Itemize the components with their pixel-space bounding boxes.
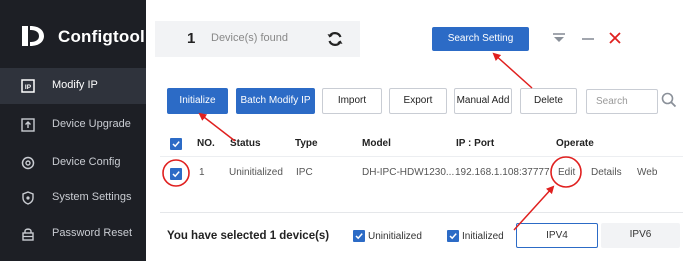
column-header-operate: Operate [556,138,594,149]
export-button[interactable]: Export [389,88,447,114]
web-link[interactable]: Web [637,167,657,178]
uninitialized-filter-checkbox[interactable] [353,230,365,242]
cell-type: IPC [296,167,313,178]
upload-icon [21,118,35,132]
import-button[interactable]: Import [322,88,382,114]
sidebar-item-label: Device Config [52,156,121,168]
cell-status: Uninitialized [229,167,283,178]
selection-summary: You have selected 1 device(s) [167,230,330,242]
select-all-checkbox[interactable] [170,138,182,150]
device-count: 1 [187,30,196,47]
dropdown-menu-icon[interactable] [551,30,567,46]
delete-button[interactable]: Delete [520,88,577,114]
initialize-button[interactable]: Initialize [167,88,228,114]
search-input[interactable]: Search [586,89,658,114]
sidebar-item-label: Modify IP [52,79,98,91]
tab-ipv6[interactable]: IPV6 [601,223,680,248]
uninitialized-filter-label: Uninitialized [368,231,422,242]
initialized-filter-label: Initialized [462,231,504,242]
sidebar: Configtool IP Modify IP Device Upgrade D… [0,0,146,261]
cell-ip-port: 192.168.1.108:37777 [455,167,550,178]
search-setting-button[interactable]: Search Setting [432,27,529,51]
table-header-divider [160,156,683,157]
batch-modify-ip-button[interactable]: Batch Modify IP [236,88,315,114]
refresh-icon[interactable] [326,30,344,48]
sidebar-item-device-config[interactable]: Device Config [0,145,146,181]
edit-link[interactable]: Edit [558,167,575,178]
column-header-ip-port[interactable]: IP : Port [456,138,494,149]
annotation-arrow-search-setting [492,52,533,89]
tab-ipv4[interactable]: IPV4 [516,223,598,248]
column-header-no[interactable]: NO. [197,138,215,149]
column-header-status[interactable]: Status [230,138,261,149]
search-icon[interactable] [660,91,678,109]
sidebar-item-password-reset[interactable]: Password Reset [0,216,146,252]
device-count-label: Device(s) found [211,32,289,44]
initialized-filter-checkbox[interactable] [447,230,459,242]
cell-no: 1 [199,167,205,178]
gear-icon [21,156,35,170]
cell-model: DH-IPC-HDW1230... [362,167,455,178]
row-checkbox[interactable] [170,168,182,180]
sidebar-item-label: Password Reset [52,227,133,239]
annotation-arrow-initialize [198,112,236,142]
brand: Configtool [20,22,145,52]
sidebar-item-label: System Settings [52,191,132,203]
sidebar-item-label: Device Upgrade [52,118,131,130]
sidebar-item-device-upgrade[interactable]: Device Upgrade [0,107,146,143]
shield-icon [21,191,35,205]
column-header-type[interactable]: Type [295,138,318,149]
close-icon[interactable] [607,30,623,46]
manual-add-button[interactable]: Manual Add [454,88,512,114]
configtool-window: Configtool IP Modify IP Device Upgrade D… [0,0,683,261]
sidebar-item-modify-ip[interactable]: IP Modify IP [0,68,146,104]
modify-ip-icon: IP [21,79,35,93]
sidebar-item-system-settings[interactable]: System Settings [0,180,146,216]
table-row-divider [160,212,683,213]
app-logo-icon [20,24,46,48]
device-count-panel: 1 Device(s) found [155,21,360,57]
app-name: Configtool [58,27,145,46]
minimize-icon[interactable] [580,30,596,46]
column-header-model[interactable]: Model [362,138,391,149]
svg-text:IP: IP [25,84,32,91]
lock-icon [21,227,35,241]
details-link[interactable]: Details [591,167,622,178]
